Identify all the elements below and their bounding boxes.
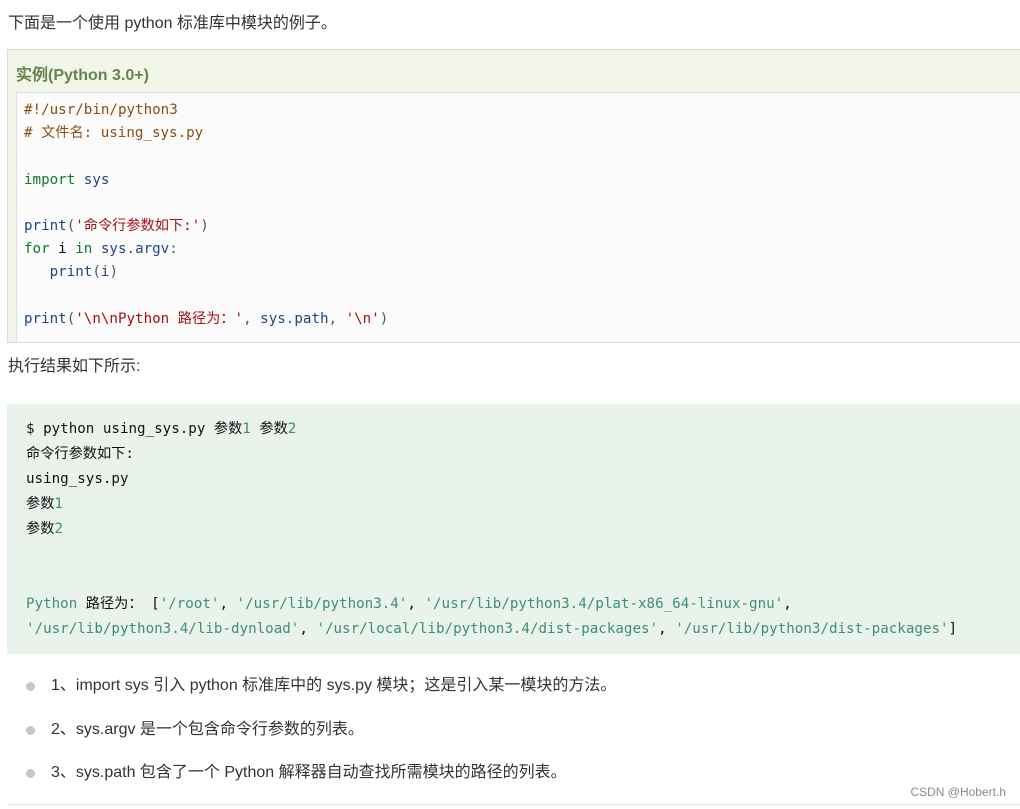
code-token: , (407, 596, 425, 612)
code-token: ) (379, 310, 389, 327)
code-token: #!/usr/bin/python3 (24, 102, 178, 118)
code-token: 2 (287, 421, 297, 437)
code-token: : (169, 241, 178, 258)
code-token: 参数 (26, 521, 55, 537)
code-token: 参数 (26, 496, 55, 512)
code-token: print (49, 264, 93, 281)
code-token: sys (260, 310, 286, 327)
code-token: sys (83, 171, 110, 188)
code-token: print (24, 217, 67, 234)
watermark: CSDN @Hobert.h (910, 785, 1006, 799)
code-area[interactable]: #!/usr/bin/python3 # 文件名: using_sys.pyimp… (16, 92, 1020, 342)
code-token: , (243, 310, 261, 327)
output-line: 参数1 (26, 492, 957, 517)
code-line: print('\n\nPython 路径为：', sys.path, '\n') (24, 308, 388, 331)
code-token: , (299, 621, 317, 637)
code-token: 1 (242, 421, 251, 437)
code-token: 1 (54, 496, 63, 512)
code-token: 参数 (250, 421, 288, 437)
code-token: ( (66, 310, 76, 327)
intro-text: 下面是一个使用 python 标准库中模块的例子。 (8, 15, 337, 32)
code-token: 命令行参数如下: (26, 446, 134, 462)
output-block: $ python using_sys.py 参数1 参数2 命令行参数如下: usi… (26, 417, 957, 642)
code-token: ( (92, 264, 101, 281)
list-item-text: 2、sys.argv 是一个包含命令行参数的列表。 (51, 720, 364, 738)
code-line: import sys (24, 169, 388, 192)
code-token: '命令行参数如下:' (75, 217, 201, 234)
code-token: using_sys.py (26, 471, 129, 487)
result-label: 执行结果如下所示: (8, 358, 141, 375)
code-token: print (24, 310, 67, 327)
code-token: '\n' (345, 310, 380, 327)
code-line: # 文件名: using_sys.py (24, 122, 388, 145)
code-token: , (219, 596, 237, 612)
code-line: print('命令行参数如下:') (24, 215, 388, 238)
output-line: Python 路径为： ['/root', '/usr/lib/python3.… (26, 592, 957, 617)
list-item-text: 1、import sys 引入 python 标准库中的 sys.py 模块；这… (51, 677, 617, 694)
output-line: 参数2 (26, 517, 957, 542)
code-token: '/usr/lib/python3.4/lib-dynload' (26, 621, 300, 637)
code-token: , (658, 621, 676, 637)
code-line: for i in sys.argv: (24, 238, 388, 261)
code-token: 2 (54, 521, 63, 537)
output-line: '/usr/lib/python3.4/lib-dynload', '/usr/… (26, 617, 957, 642)
bullet-dot-icon (26, 769, 35, 778)
code-token: '/usr/lib/python3.4/plat-x86_64-linux-gn… (424, 596, 784, 612)
code-token: for (24, 241, 50, 258)
code-token: # 文件名: using_sys.py (24, 125, 204, 142)
output-box[interactable]: $ python using_sys.py 参数1 参数2 命令行参数如下: usi… (7, 404, 1020, 654)
output-line: 命令行参数如下: (26, 442, 957, 467)
output-line: $ python using_sys.py 参数1 参数2 (26, 417, 957, 442)
code-token: , (328, 310, 346, 327)
code-line: print(i) (24, 261, 388, 284)
code-token: import (24, 171, 76, 188)
code-token: 路径为： [ (77, 596, 160, 612)
bottom-divider (7, 804, 1020, 805)
code-block: #!/usr/bin/python3 # 文件名: using_sys.pyimp… (24, 99, 388, 331)
code-token: , (783, 596, 792, 612)
code-token: $ python using_sys.py 参数 (26, 421, 243, 437)
code-token: ] (948, 621, 958, 637)
example-box: 实例(Python 3.0+) #!/usr/bin/python3 # 文件名:… (7, 49, 1020, 343)
code-token: in (75, 241, 93, 258)
code-token: . (126, 241, 136, 258)
bullet-dot-icon (26, 725, 35, 735)
code-line: #!/usr/bin/python3 (24, 99, 388, 122)
code-token: '/usr/local/lib/python3.4/dist-packages' (316, 621, 659, 637)
code-token: '/usr/lib/python3/dist-packages' (675, 621, 949, 637)
code-token: argv (135, 241, 170, 258)
code-token: '/usr/lib/python3.4' (236, 596, 408, 612)
code-token: ( (66, 217, 76, 234)
code-token: '\n\nPython 路径为：' (75, 310, 244, 327)
code-token: path (294, 310, 329, 327)
code-token: ) (200, 217, 209, 234)
bullet-dot-icon (26, 682, 35, 691)
example-title: 实例(Python 3.0+) (16, 67, 149, 84)
code-token: sys (100, 241, 127, 258)
code-token: '/root' (159, 596, 220, 612)
code-token: ) (109, 264, 118, 281)
output-line: using_sys.py (26, 467, 957, 492)
code-token: Python (26, 596, 78, 612)
code-token: i (49, 241, 76, 258)
list-item-text: 3、sys.path 包含了一个 Python 解释器自动查找所需模块的路径的列… (51, 764, 567, 781)
